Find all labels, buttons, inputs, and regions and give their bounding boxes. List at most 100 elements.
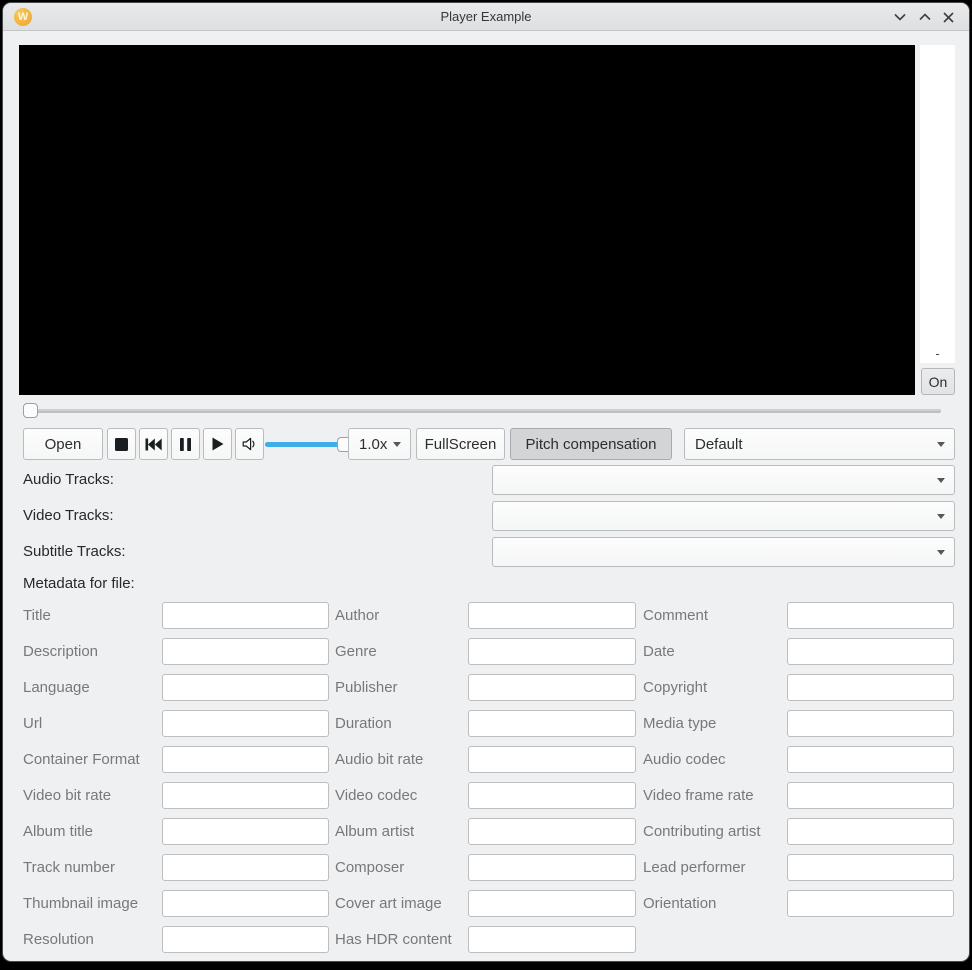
seek-groove-highlight [25, 409, 941, 411]
meta-input-date[interactable] [787, 638, 954, 665]
meta-input-video-codec[interactable] [468, 782, 636, 809]
chevron-down-icon [937, 442, 945, 447]
meta-input-contributing-artist[interactable] [787, 818, 954, 845]
mute-button[interactable] [235, 428, 264, 460]
video-surface [19, 45, 915, 395]
metadata-row: Album title Album artist Contributing arti… [3, 814, 969, 850]
meta-input-media-type[interactable] [787, 710, 954, 737]
meta-input-copyright[interactable] [787, 674, 954, 701]
meta-input-language[interactable] [162, 674, 329, 701]
meta-label-media-type: Media type [643, 715, 717, 732]
meta-label-video-codec: Video codec [335, 787, 418, 804]
track-row: Audio Tracks: [3, 465, 969, 495]
meta-input-lead-performer[interactable] [787, 854, 954, 881]
track-label-video-tracks: Video Tracks: [23, 507, 114, 524]
meta-input-album-artist[interactable] [468, 818, 636, 845]
meta-label-comment: Comment [643, 607, 709, 624]
track-combo-subtitle-tracks[interactable] [492, 537, 955, 567]
meta-label-container-format: Container Format [23, 751, 140, 768]
metadata-row: Video bit rate Video codec Video frame rat… [3, 778, 969, 814]
meta-input-description[interactable] [162, 638, 329, 665]
chevron-down-icon [393, 442, 401, 447]
pause-icon [180, 437, 191, 451]
meta-label-album-artist: Album artist [335, 823, 415, 840]
open-button[interactable]: Open [23, 428, 103, 460]
meta-input-cover-art-image[interactable] [468, 890, 636, 917]
previous-button[interactable] [139, 428, 168, 460]
chevron-down-icon [937, 550, 945, 555]
meta-label-lead-performer: Lead performer [643, 859, 746, 876]
meta-label-album-title: Album title [23, 823, 94, 840]
playback-rate-combo[interactable]: 1.0x [348, 428, 411, 460]
on-button[interactable]: On [921, 368, 955, 395]
meta-input-audio-codec[interactable] [787, 746, 954, 773]
metadata-row: Description Genre Date [3, 634, 969, 670]
meta-input-url[interactable] [162, 710, 329, 737]
meta-label-publisher: Publisher [335, 679, 398, 696]
meta-label-track-number: Track number [23, 859, 115, 876]
meta-input-audio-bit-rate[interactable] [468, 746, 636, 773]
audio-output-combo[interactable]: Default [684, 428, 955, 460]
metadata-row: Url Duration Media type [3, 706, 969, 742]
track-label-subtitle-tracks: Subtitle Tracks: [23, 543, 126, 560]
meta-input-composer[interactable] [468, 854, 636, 881]
track-combo-audio-tracks[interactable] [492, 465, 955, 495]
meta-input-orientation[interactable] [787, 890, 954, 917]
metadata-heading: Metadata for file: [23, 575, 135, 592]
meta-label-language: Language [23, 679, 90, 696]
meta-label-cover-art-image: Cover art image [335, 895, 442, 912]
shade-chevron-down-icon[interactable] [891, 9, 909, 25]
meta-input-resolution[interactable] [162, 926, 329, 953]
meta-label-audio-codec: Audio codec [643, 751, 726, 768]
meta-label-resolution: Resolution [23, 931, 94, 948]
stop-button[interactable] [107, 428, 136, 460]
titlebar[interactable]: W Player Example [3, 3, 969, 31]
metadata-row: Language Publisher Copyright [3, 670, 969, 706]
meta-input-publisher[interactable] [468, 674, 636, 701]
meta-input-album-title[interactable] [162, 818, 329, 845]
chevron-down-icon [937, 478, 945, 483]
seek-slider[interactable] [23, 403, 943, 419]
pitch-compensation-button[interactable]: Pitch compensation [510, 428, 672, 460]
metadata-row: Thumbnail image Cover art image Orientatio… [3, 886, 969, 922]
volume-icon [242, 437, 255, 451]
meta-input-track-number[interactable] [162, 854, 329, 881]
meta-label-date: Date [643, 643, 675, 660]
meta-input-comment[interactable] [787, 602, 954, 629]
side-panel: - [920, 45, 955, 363]
fullscreen-button[interactable]: FullScreen [416, 428, 505, 460]
meta-label-has-hdr-content: Has HDR content [335, 931, 452, 948]
metadata-row: Resolution Has HDR content [3, 922, 969, 958]
meta-input-thumbnail-image[interactable] [162, 890, 329, 917]
skip-backward-icon [145, 438, 162, 450]
play-button[interactable] [203, 428, 232, 460]
meta-label-title: Title [23, 607, 51, 624]
play-icon [212, 437, 223, 451]
metadata-row: Track number Composer Lead performer [3, 850, 969, 886]
meta-input-author[interactable] [468, 602, 636, 629]
meta-label-genre: Genre [335, 643, 377, 660]
meta-input-genre[interactable] [468, 638, 636, 665]
maximize-chevron-up-icon[interactable] [916, 9, 934, 25]
meta-label-contributing-artist: Contributing artist [643, 823, 761, 840]
meta-input-video-bit-rate[interactable] [162, 782, 329, 809]
metadata-row: Container Format Audio bit rate Audio code… [3, 742, 969, 778]
meta-label-description: Description [23, 643, 99, 660]
track-row: Video Tracks: [3, 501, 969, 531]
meta-label-author: Author [335, 607, 380, 624]
meta-label-copyright: Copyright [643, 679, 708, 696]
meta-input-container-format[interactable] [162, 746, 329, 773]
meta-input-has-hdr-content[interactable] [468, 926, 636, 953]
track-label-audio-tracks: Audio Tracks: [23, 471, 114, 488]
meta-input-title[interactable] [162, 602, 329, 629]
meta-input-video-frame-rate[interactable] [787, 782, 954, 809]
meta-input-duration[interactable] [468, 710, 636, 737]
track-combo-video-tracks[interactable] [492, 501, 955, 531]
meta-label-video-frame-rate: Video frame rate [643, 787, 754, 804]
close-x-icon[interactable] [939, 9, 957, 25]
pause-button[interactable] [171, 428, 200, 460]
volume-slider[interactable] [265, 435, 352, 453]
meta-label-url: Url [23, 715, 43, 732]
seek-handle[interactable] [23, 403, 38, 418]
chevron-down-icon [937, 514, 945, 519]
